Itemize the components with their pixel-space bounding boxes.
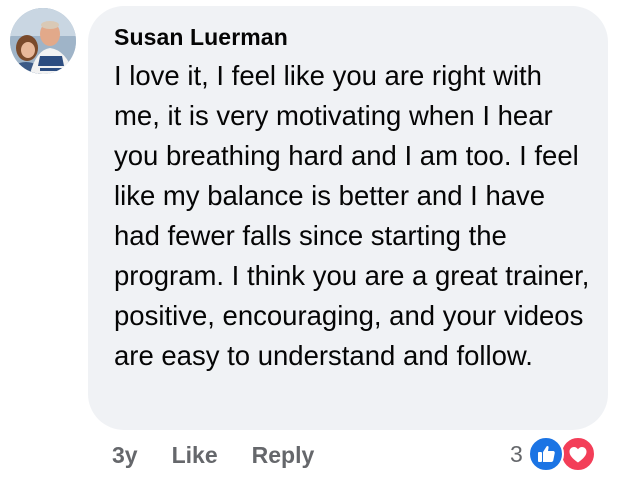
comment-timestamp[interactable]: 3y [112,442,138,469]
avatar[interactable] [10,8,76,74]
like-icon [527,436,564,472]
comment-bubble: Susan Luerman I love it, I feel like you… [88,6,608,430]
love-icon [559,436,596,472]
reaction-count: 3 [510,440,523,467]
reaction-icons [526,436,596,472]
comment-text: I love it, I feel like you are right wit… [114,60,590,371]
reply-button[interactable]: Reply [252,442,315,469]
comment-actions: 3y Like Reply [112,438,314,472]
comment-author[interactable]: Susan Luerman [114,24,288,51]
like-button[interactable]: Like [172,442,218,469]
reactions-summary[interactable]: 3 [510,436,596,472]
comment: Susan Luerman I love it, I feel like you… [0,0,620,482]
